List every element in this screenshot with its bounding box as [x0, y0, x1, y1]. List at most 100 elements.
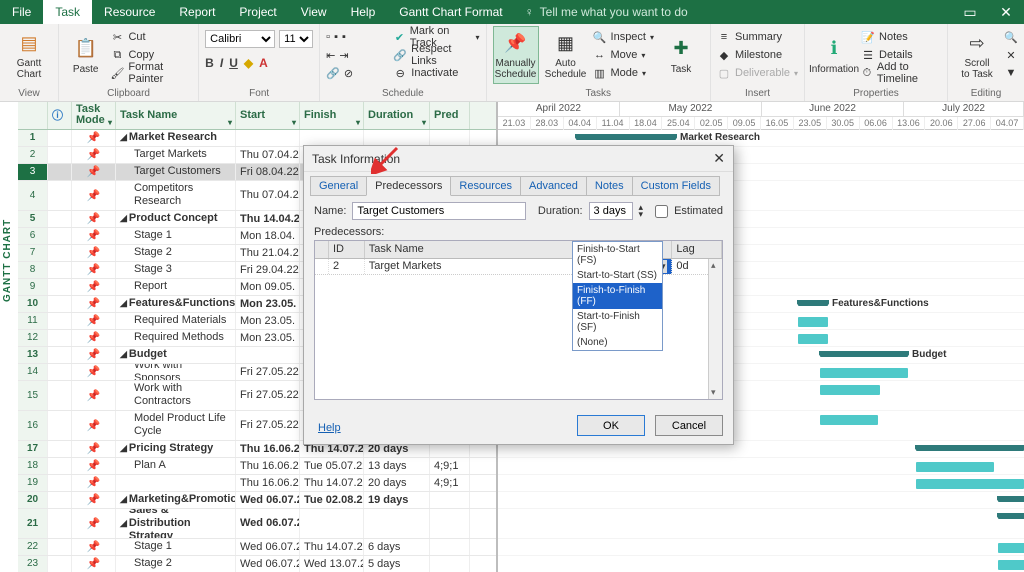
task-name-cell[interactable]: ◢Budget	[116, 347, 236, 363]
start-cell[interactable]: Thu 16.06.22	[236, 475, 300, 491]
task-mode-cell[interactable]: 📌	[72, 228, 116, 244]
gantt-bar[interactable]	[576, 134, 676, 140]
table-row[interactable]: 19📌Thu 16.06.22Thu 14.07.2220 days4;9;1	[18, 475, 496, 492]
inspect-button[interactable]: 🔍Inspect▾	[593, 29, 654, 45]
mode-button[interactable]: ▥Mode▾	[593, 65, 654, 81]
information-button[interactable]: ℹ Information	[811, 26, 857, 84]
menu-report[interactable]: Report	[167, 0, 227, 24]
pred-header[interactable]: Pred	[430, 102, 470, 129]
tab-predecessors[interactable]: Predecessors	[366, 176, 451, 196]
task-name-input[interactable]	[352, 202, 526, 220]
pred-cell[interactable]	[430, 130, 470, 146]
task-name-cell[interactable]: Report	[116, 279, 236, 295]
gantt-bar[interactable]	[998, 496, 1024, 502]
task-name-cell[interactable]: Stage 2	[116, 245, 236, 261]
task-name-cell[interactable]: Stage 1	[116, 539, 236, 555]
format-painter-button[interactable]: 🖌Format Painter	[110, 65, 192, 81]
move-button[interactable]: ↔Move▾	[593, 47, 654, 63]
start-cell[interactable]: Wed 06.07.22	[236, 539, 300, 555]
duration-cell[interactable]: 6 days	[364, 539, 430, 555]
start-cell[interactable]: Wed 06.07.22	[236, 509, 300, 538]
pred-scrollbar[interactable]	[708, 259, 722, 399]
start-cell[interactable]	[236, 130, 300, 146]
paste-button[interactable]: 📋 Paste	[65, 26, 106, 84]
task-mode-cell[interactable]: 📌	[72, 313, 116, 329]
task-name-cell[interactable]: Target Markets	[116, 147, 236, 163]
task-mode-header[interactable]: Task Mode▾	[72, 102, 116, 129]
start-cell[interactable]: Mon 23.05.	[236, 313, 300, 329]
table-row[interactable]: 21📌◢Sales & Distribution StrategyWed 06.…	[18, 509, 496, 539]
pred-cell[interactable]	[430, 556, 470, 572]
duration-cell[interactable]: 20 days	[364, 475, 430, 491]
task-name-cell[interactable]: Work with Contractors	[116, 381, 236, 410]
finish-cell[interactable]	[300, 509, 364, 538]
dialog-titlebar[interactable]: Task Information ✕	[304, 146, 733, 172]
start-cell[interactable]: Fri 29.04.22	[236, 262, 300, 278]
row-number[interactable]: 13	[18, 347, 48, 363]
task-name-cell[interactable]: Work with Sponsors	[116, 364, 236, 380]
ok-button[interactable]: OK	[577, 415, 645, 436]
row-number[interactable]: 6	[18, 228, 48, 244]
gantt-bar[interactable]	[998, 543, 1024, 553]
task-mode-cell[interactable]: 📌	[72, 181, 116, 210]
task-mode-cell[interactable]: 📌	[72, 130, 116, 146]
finish-cell[interactable]: Thu 14.07.22	[300, 475, 364, 491]
task-name-cell[interactable]: ◢Market Research	[116, 130, 236, 146]
pred-cell[interactable]: 4;9;1	[430, 458, 470, 474]
underline-button[interactable]: U	[229, 56, 238, 70]
task-mode-cell[interactable]: 📌	[72, 364, 116, 380]
task-mode-cell[interactable]: 📌	[72, 509, 116, 538]
gantt-bar[interactable]	[916, 462, 994, 472]
inactivate-button[interactable]: ⊖Inactivate	[393, 65, 479, 81]
timeline-row[interactable]	[498, 492, 1024, 509]
start-cell[interactable]: Wed 06.07.22	[236, 556, 300, 572]
task-name-cell[interactable]: ◢Pricing Strategy	[116, 441, 236, 457]
task-mode-cell[interactable]: 📌	[72, 492, 116, 508]
row-number[interactable]: 23	[18, 556, 48, 572]
dropdown-option[interactable]: Finish-to-Finish (FF)	[573, 283, 662, 309]
start-cell[interactable]: Fri 08.04.22	[236, 164, 300, 180]
start-cell[interactable]: Thu 16.06.22	[236, 458, 300, 474]
deliverable-button[interactable]: ▢Deliverable▾	[717, 65, 798, 81]
menu-gantt-chart-format[interactable]: Gantt Chart Format	[387, 0, 514, 24]
table-row[interactable]: 20📌◢Marketing&PromotionWed 06.07.22Tue 0…	[18, 492, 496, 509]
task-name-cell[interactable]: Required Methods	[116, 330, 236, 346]
task-mode-cell[interactable]: 📌	[72, 147, 116, 163]
task-name-cell[interactable]: Target Customers	[116, 164, 236, 180]
bold-button[interactable]: B	[205, 56, 214, 70]
start-cell[interactable]: Fri 27.05.22	[236, 411, 300, 440]
pred-cell[interactable]	[430, 509, 470, 538]
task-mode-cell[interactable]: 📌	[72, 245, 116, 261]
gantt-bar[interactable]	[998, 513, 1024, 519]
finish-cell[interactable]	[300, 130, 364, 146]
duration-cell[interactable]	[364, 130, 430, 146]
pred-cell[interactable]	[430, 492, 470, 508]
pred-id-header[interactable]: ID	[329, 241, 365, 258]
task-mode-cell[interactable]: 📌	[72, 279, 116, 295]
row-number[interactable]: 20	[18, 492, 48, 508]
start-cell[interactable]: Thu 16.06.22	[236, 441, 300, 457]
type-dropdown-list[interactable]: Finish-to-Start (FS)Start-to-Start (SS)F…	[572, 241, 663, 351]
task-name-cell[interactable]: Stage 1	[116, 228, 236, 244]
menu-help[interactable]: Help	[339, 0, 388, 24]
close-icon[interactable]: ✕	[988, 4, 1024, 21]
dialog-close-icon[interactable]: ✕	[713, 150, 725, 167]
task-name-cell[interactable]: ◢Features&Functions	[116, 296, 236, 312]
summary-button[interactable]: ≡Summary	[717, 29, 798, 45]
task-name-cell[interactable]: ◢Marketing&Promotion	[116, 492, 236, 508]
duration-cell[interactable]	[364, 509, 430, 538]
task-name-cell[interactable]: Model Product Life Cycle	[116, 411, 236, 440]
start-cell[interactable]: Thu 07.04.22	[236, 181, 300, 210]
task-mode-cell[interactable]: 📌	[72, 211, 116, 227]
task-mode-cell[interactable]: 📌	[72, 296, 116, 312]
task-mode-cell[interactable]: 📌	[72, 381, 116, 410]
task-name-cell[interactable]: Required Materials	[116, 313, 236, 329]
row-number[interactable]: 17	[18, 441, 48, 457]
row-number[interactable]: 8	[18, 262, 48, 278]
row-number[interactable]: 5	[18, 211, 48, 227]
help-link[interactable]: Help	[318, 422, 341, 434]
row-number[interactable]: 12	[18, 330, 48, 346]
task-mode-cell[interactable]: 📌	[72, 475, 116, 491]
row-number[interactable]: 11	[18, 313, 48, 329]
finish-cell[interactable]: Thu 14.07.22	[300, 539, 364, 555]
